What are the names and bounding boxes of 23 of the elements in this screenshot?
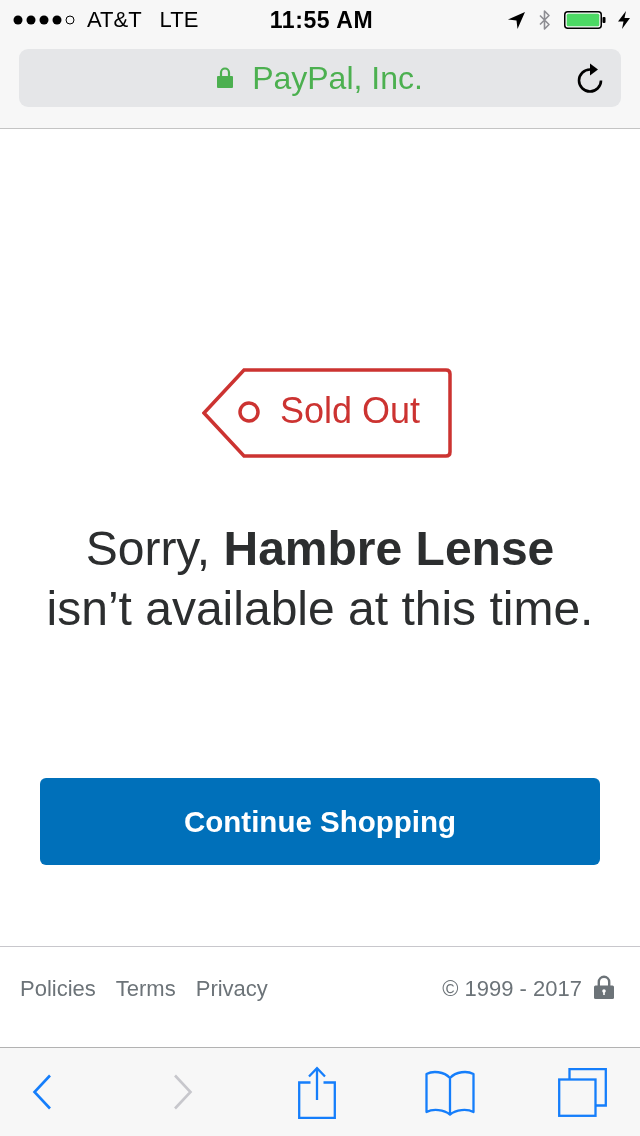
- site-name: PayPal, Inc.: [252, 59, 423, 97]
- signal-icon: [13, 15, 75, 25]
- sold-out-tag: Sold Out: [202, 368, 452, 458]
- two-squares-icon: [557, 1067, 607, 1117]
- footer-link[interactable]: Policies: [20, 975, 96, 1003]
- open-book-icon: [425, 1068, 475, 1116]
- lock-icon: [594, 975, 614, 999]
- carrier-name: AT&T: [87, 7, 142, 33]
- chevron-left-icon: [32, 1074, 52, 1110]
- bluetooth-icon: [538, 9, 551, 31]
- lock-icon: [217, 66, 234, 88]
- network-type: LTE: [159, 7, 199, 33]
- reload-icon[interactable]: [576, 63, 604, 93]
- footer-link[interactable]: Privacy: [195, 975, 268, 1003]
- battery-icon: [564, 11, 606, 29]
- continue-shopping-button[interactable]: Continue Shopping: [40, 778, 600, 865]
- copyright-text: © 1999 - 2017: [442, 975, 582, 1003]
- share-icon: [298, 1065, 336, 1119]
- unavailable-message: Sorry, Hambre Lense isn’t available at this time.: [46, 521, 594, 637]
- footer-link[interactable]: Terms: [115, 975, 176, 1003]
- clock-time: 11:55 AM: [269, 6, 374, 34]
- location-arrow-icon: [508, 11, 525, 29]
- chevron-right-icon: [173, 1074, 193, 1110]
